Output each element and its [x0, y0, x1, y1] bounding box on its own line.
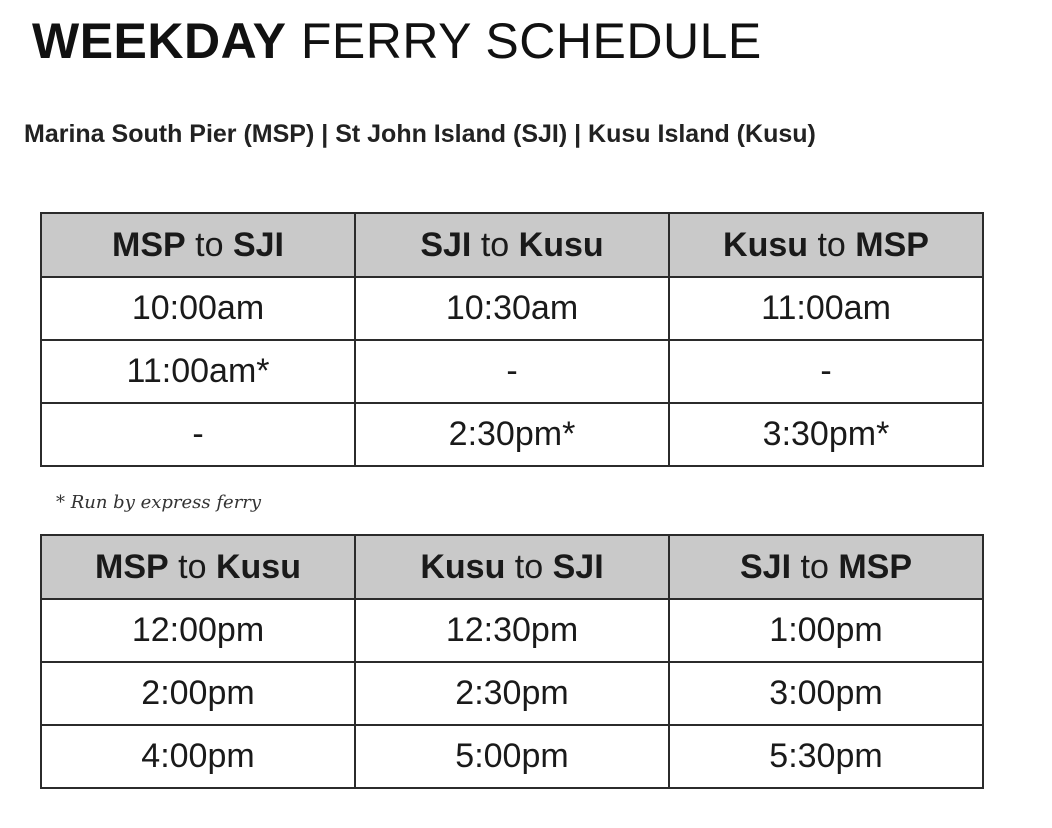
table-cell: 2:30pm*: [354, 402, 670, 467]
table-cell: 12:30pm: [354, 598, 670, 663]
table-cell: -: [668, 339, 984, 404]
table-cell: -: [40, 402, 356, 467]
table-cell: 11:00am: [668, 276, 984, 341]
table-cell: 11:00am*: [40, 339, 356, 404]
page-title: WEEKDAY FERRY SCHEDULE: [32, 10, 762, 72]
title-rest: FERRY SCHEDULE: [300, 13, 762, 69]
table-cell: 2:00pm: [40, 661, 356, 726]
table-cell: 1:00pm: [668, 598, 984, 663]
table-header-row: MSP to SJI SJI to Kusu Kusu to MSP: [40, 212, 984, 278]
schedule-table-2: MSP to Kusu Kusu to SJI SJI to MSP 12:00…: [40, 534, 984, 789]
table-cell: -: [354, 339, 670, 404]
table-cell: 4:00pm: [40, 724, 356, 789]
schedule-table-1: MSP to SJI SJI to Kusu Kusu to MSP 10:00…: [40, 212, 984, 467]
column-header-kusu-to-sji: Kusu to SJI: [354, 534, 670, 600]
footnote: * Run by express ferry: [56, 492, 262, 513]
table-cell: 3:00pm: [668, 661, 984, 726]
table-row: 4:00pm 5:00pm 5:30pm: [40, 724, 984, 789]
column-header-sji-to-kusu: SJI to Kusu: [354, 212, 670, 278]
table-row: - 2:30pm* 3:30pm*: [40, 402, 984, 467]
column-header-sji-to-msp: SJI to MSP: [668, 534, 984, 600]
column-header-msp-to-sji: MSP to SJI: [40, 212, 356, 278]
table-cell: 5:30pm: [668, 724, 984, 789]
table-header-row: MSP to Kusu Kusu to SJI SJI to MSP: [40, 534, 984, 600]
title-bold-word: WEEKDAY: [32, 13, 287, 69]
table-cell: 10:30am: [354, 276, 670, 341]
table-cell: 12:00pm: [40, 598, 356, 663]
table-cell: 5:00pm: [354, 724, 670, 789]
table-cell: 3:30pm*: [668, 402, 984, 467]
table-row: 2:00pm 2:30pm 3:00pm: [40, 661, 984, 726]
location-legend: Marina South Pier (MSP) | St John Island…: [24, 120, 816, 148]
table-cell: 2:30pm: [354, 661, 670, 726]
column-header-msp-to-kusu: MSP to Kusu: [40, 534, 356, 600]
column-header-kusu-to-msp: Kusu to MSP: [668, 212, 984, 278]
table-cell: 10:00am: [40, 276, 356, 341]
table-row: 11:00am* - -: [40, 339, 984, 404]
table-row: 10:00am 10:30am 11:00am: [40, 276, 984, 341]
table-row: 12:00pm 12:30pm 1:00pm: [40, 598, 984, 663]
